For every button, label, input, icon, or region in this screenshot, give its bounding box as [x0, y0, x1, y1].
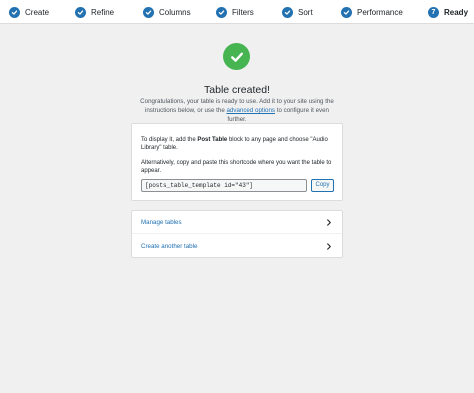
check-icon [282, 6, 293, 18]
check-icon [9, 6, 20, 18]
page-title: Table created! [204, 84, 270, 96]
step-refine[interactable]: Refine [75, 0, 114, 24]
create-another-table-link[interactable]: Create another table [132, 235, 342, 258]
copy-button[interactable]: Copy [311, 179, 334, 192]
check-icon [143, 6, 154, 18]
success-check-icon [223, 43, 250, 70]
advanced-options-link[interactable]: advanced options [226, 107, 275, 114]
link-label: Create another table [141, 243, 198, 250]
shortcode-instructions: Alternatively, copy and paste this short… [141, 159, 332, 175]
block-name: Post Table [197, 137, 228, 143]
step-label: Create [25, 7, 50, 17]
check-icon [216, 6, 227, 18]
step-performance[interactable]: Performance [341, 0, 403, 24]
step-label: Columns [159, 7, 191, 17]
setup-wizard-steps: Create Refine Columns Filters Sort Perfo… [0, 0, 474, 24]
next-actions-card: Manage tables Create another table [131, 210, 343, 258]
step-label: Performance [357, 7, 403, 17]
step-create[interactable]: Create [9, 0, 49, 24]
step-columns[interactable]: Columns [143, 0, 191, 24]
step-number-badge: 7 [428, 6, 439, 18]
step-sort[interactable]: Sort [282, 0, 313, 24]
step-number: 7 [431, 8, 436, 16]
step-filters[interactable]: Filters [216, 0, 254, 24]
step-ready: 7 Ready [428, 0, 468, 24]
intro-text: Congratulations, your table is ready to … [135, 98, 339, 124]
shortcode-field[interactable]: [posts_table_template id="43"] [141, 179, 307, 192]
shortcode-row: [posts_table_template id="43"] Copy [141, 179, 334, 192]
step-label: Refine [91, 7, 115, 17]
block-instructions-start: To display it, add the [141, 137, 198, 143]
chevron-right-icon [325, 243, 333, 251]
chevron-right-icon [325, 218, 333, 226]
link-label: Manage tables [141, 218, 182, 226]
step-label: Sort [298, 7, 313, 17]
display-instructions-card: To display it, add the Post Table block … [131, 123, 343, 201]
manage-tables-link[interactable]: Manage tables [132, 211, 342, 234]
step-label: Ready [444, 7, 469, 17]
check-icon [75, 6, 86, 18]
block-instructions: To display it, add the Post Table block … [141, 136, 333, 153]
check-icon [341, 6, 352, 18]
step-label: Filters [232, 7, 254, 17]
